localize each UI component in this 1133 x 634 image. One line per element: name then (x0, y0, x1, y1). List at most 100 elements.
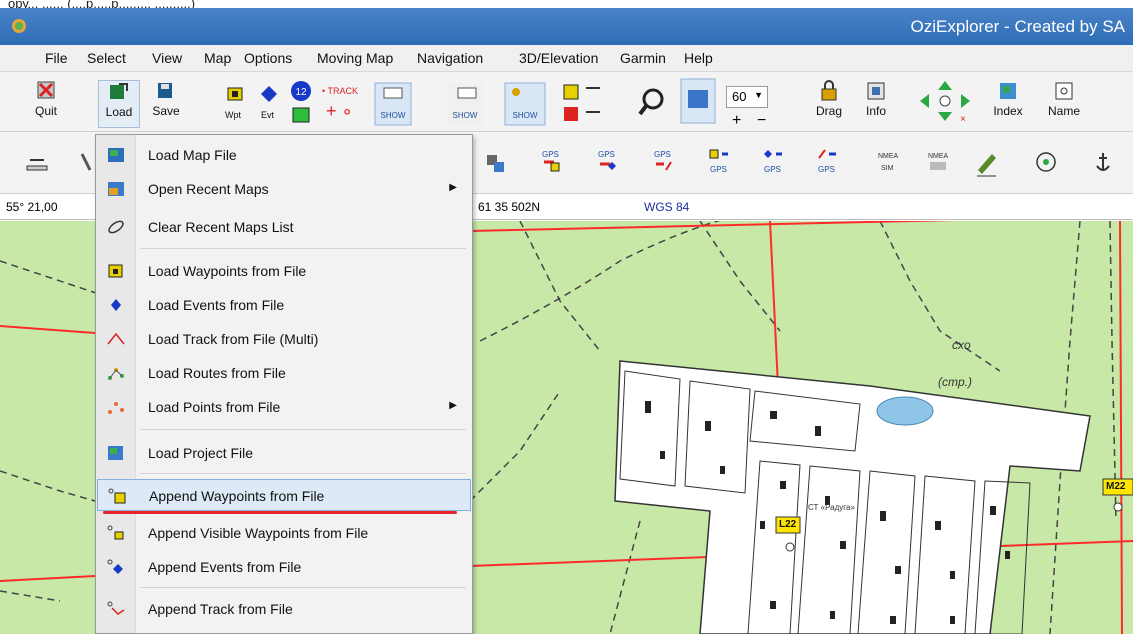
gps-download-waypoints-icon[interactable]: GPS (708, 148, 730, 178)
pan-arrows-icon[interactable]: × (916, 78, 974, 124)
anchor-icon[interactable] (1092, 150, 1114, 174)
track-label[interactable]: • TRACK (322, 86, 358, 96)
svg-text:×: × (960, 114, 966, 124)
map-file-icon (108, 148, 124, 162)
menu-item-append-waypoints[interactable]: Append Waypoints from File (97, 479, 471, 511)
zoom-out-icon[interactable]: − (757, 112, 766, 130)
gps-icon[interactable] (484, 152, 508, 176)
load-button[interactable]: Load (98, 80, 140, 128)
zoom-in-icon[interactable]: + (732, 112, 741, 130)
nmea-sim-icon[interactable]: NMEA SIM (876, 148, 900, 178)
name-label: Name (1047, 104, 1080, 118)
caption-text: ору... ...... (....р.....р......... ....… (0, 0, 1133, 8)
waypoint-icon[interactable] (226, 85, 244, 103)
track-icon (107, 332, 125, 345)
menu-item-load-points[interactable]: Load Points from File ▶ (97, 391, 471, 423)
quit-button[interactable]: Quit (24, 80, 68, 118)
menu-separator (140, 429, 466, 430)
satellite-icon[interactable] (78, 150, 94, 174)
menu-3d-elevation[interactable]: 3D/Elevation (519, 50, 598, 66)
menu-select[interactable]: Select (87, 50, 126, 66)
gps-upload-waypoints-icon[interactable]: GPS (540, 148, 562, 178)
append-waypoint-icon (108, 488, 126, 504)
menu-item-load-track[interactable]: Load Track from File (Multi) (97, 323, 471, 355)
map-select-icon[interactable] (680, 78, 716, 124)
append-track-icon (107, 601, 125, 615)
append-event-icon (107, 559, 123, 574)
nmea-icon[interactable]: NMEA (926, 148, 950, 178)
append-visible-waypoint-icon (107, 525, 124, 540)
menu-item-append-visible-waypoints[interactable]: Append Visible Waypoints from File (97, 517, 471, 549)
plus-icon[interactable]: + ∘ (326, 102, 353, 120)
waypoint-icon (108, 264, 123, 278)
find-icon[interactable] (638, 82, 672, 122)
waypoint-label-m22[interactable]: M22 (1106, 481, 1125, 492)
waypoint-label-l22[interactable]: L22 (779, 519, 796, 530)
datum-label: WGS 84 (644, 200, 690, 214)
project-icon (108, 446, 123, 460)
submenu-arrow-icon: ▶ (449, 400, 457, 411)
gps-upload-track-icon[interactable]: GPS (652, 148, 674, 178)
load-label: Load (105, 105, 133, 119)
index-button[interactable]: Index (988, 80, 1028, 118)
svg-text:GPS: GPS (542, 150, 559, 159)
map-label-cst: cxo (952, 338, 971, 352)
show-points-icon[interactable]: SHOW (446, 82, 484, 126)
name-icon (1055, 82, 1073, 100)
svg-text:GPS: GPS (710, 165, 727, 174)
gps-download-events-icon[interactable]: GPS (762, 148, 784, 178)
index-icon (1000, 83, 1016, 99)
menu-item-load-map-file[interactable]: Load Map File (97, 139, 471, 171)
green-box-icon[interactable] (291, 106, 311, 124)
drag-label: Drag (815, 104, 842, 118)
app-icon (12, 19, 26, 33)
show-toggle-icon[interactable]: SHOW (374, 82, 412, 126)
event-icon[interactable] (260, 85, 278, 103)
gps-upload-events-icon[interactable]: GPS (596, 148, 618, 178)
coordinate-right: 61 35 502N (478, 200, 541, 214)
waypoint-list-icon[interactable] (560, 82, 604, 126)
eraser-icon (108, 220, 124, 234)
zoom-select[interactable]: 60 ▼ (726, 86, 768, 108)
menu-item-clear-recent-maps[interactable]: Clear Recent Maps List (97, 211, 471, 243)
menu-file[interactable]: File (45, 50, 68, 66)
menu-navigation[interactable]: Navigation (417, 50, 483, 66)
menu-item-open-recent-maps[interactable]: Open Recent Maps ▶ (97, 173, 471, 205)
zoom-value: 60 (732, 89, 747, 104)
menu-options[interactable]: Options (244, 50, 292, 66)
recent-maps-icon (108, 182, 124, 196)
svg-text:GPS: GPS (818, 165, 835, 174)
menu-item-load-waypoints[interactable]: Load Waypoints from File (97, 255, 471, 287)
menu-item-append-track[interactable]: Append Track from File (97, 593, 471, 625)
ruler-icon[interactable] (24, 152, 50, 174)
quit-label: Quit (34, 104, 57, 118)
menu-item-append-events[interactable]: Append Events from File (97, 551, 471, 583)
show-route-icon[interactable]: SHOW (504, 82, 546, 126)
drag-button[interactable]: Drag (808, 80, 850, 118)
index-label: Index (993, 104, 1023, 118)
menu-help[interactable]: Help (684, 50, 713, 66)
menu-item-load-project[interactable]: Load Project File (97, 437, 471, 469)
gps-download-track-icon[interactable]: GPS (816, 148, 838, 178)
svg-text:12: 12 (295, 87, 307, 98)
name-button[interactable]: Name (1044, 80, 1084, 118)
svg-text:SIM: SIM (881, 165, 894, 172)
points-icon (108, 402, 124, 414)
menu-view[interactable]: View (152, 50, 182, 66)
menu-map[interactable]: Map (204, 50, 231, 66)
save-button[interactable]: Save (146, 80, 186, 118)
menu-item-load-routes[interactable]: Load Routes from File (97, 357, 471, 389)
svg-text:SHOW: SHOW (513, 111, 538, 120)
window-title: OziExplorer - Created by SA (910, 17, 1125, 36)
info-button[interactable]: Info (856, 80, 896, 118)
menu-item-load-events[interactable]: Load Events from File (97, 289, 471, 321)
menu-moving-map[interactable]: Moving Map (317, 50, 393, 66)
menu-garmin[interactable]: Garmin (620, 50, 666, 66)
target-icon[interactable] (1034, 150, 1058, 174)
pencil-icon[interactable] (974, 148, 1000, 178)
info-label: Info (865, 104, 886, 118)
svg-text:SHOW: SHOW (381, 111, 406, 120)
route-icon (108, 368, 124, 380)
svg-text:NMEA: NMEA (928, 153, 949, 160)
route-point-icon[interactable]: 12 (290, 80, 312, 102)
